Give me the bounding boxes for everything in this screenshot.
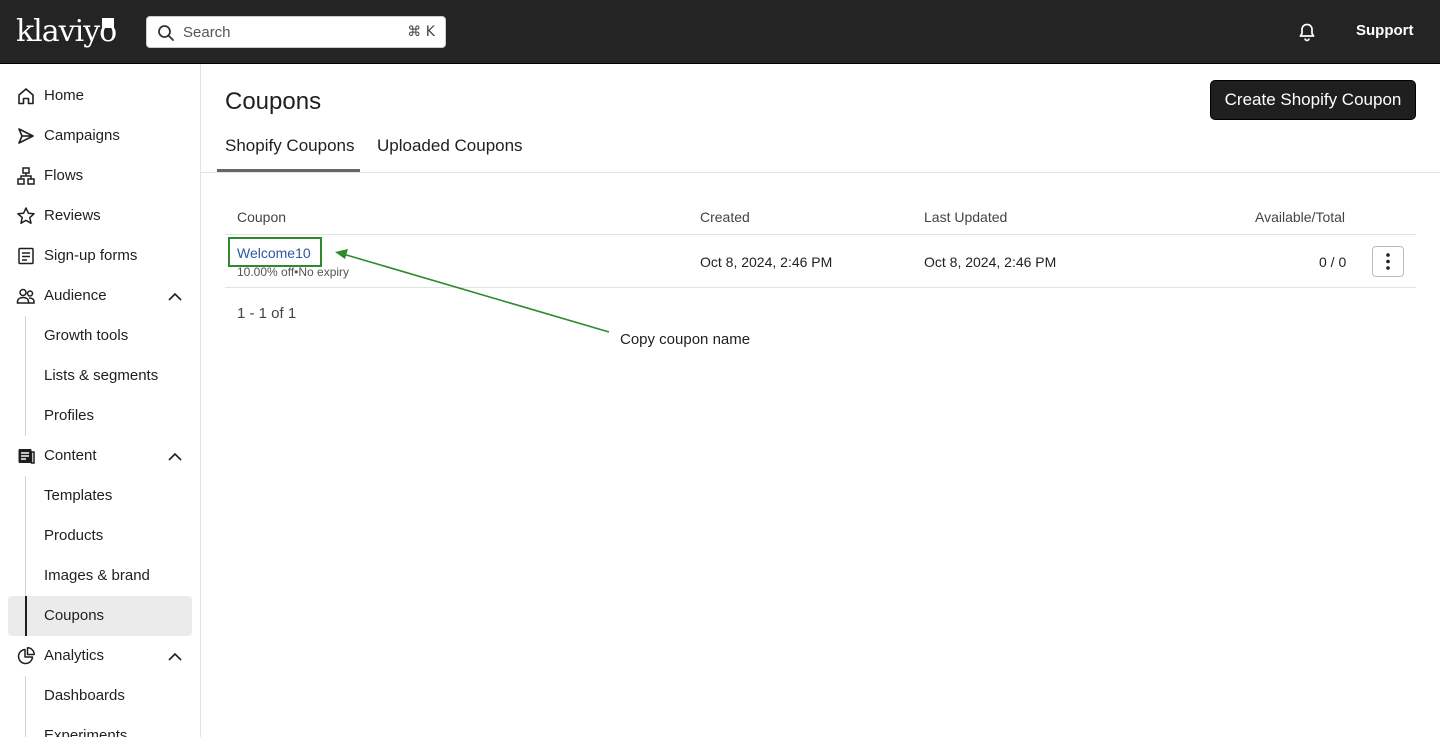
coupon-available-total: 0 / 0 xyxy=(1319,254,1347,270)
sidebar-item-profiles[interactable]: Profiles xyxy=(8,396,192,436)
send-icon xyxy=(18,128,34,144)
sidebar-item-label: Images & brand xyxy=(44,567,150,584)
table-row-divider xyxy=(225,287,1416,288)
sidebar-item-label: Flows xyxy=(44,167,84,184)
sidebar-item-label: Analytics xyxy=(44,647,105,664)
sidebar-item-experiments[interactable]: Experiments xyxy=(8,716,192,737)
chevron-up-icon[interactable] xyxy=(166,448,184,466)
tab-bar: Shopify Coupons Uploaded Coupons xyxy=(201,124,1440,173)
form-icon xyxy=(18,247,34,265)
page-title: Coupons xyxy=(225,88,322,115)
sidebar-item-reviews[interactable]: Reviews xyxy=(8,196,192,236)
chevron-up-icon[interactable] xyxy=(166,288,184,306)
sidebar-item-label: Sign-up forms xyxy=(44,247,138,264)
annotation-label: Copy coupon name xyxy=(620,331,751,348)
more-vertical-icon xyxy=(1386,253,1390,270)
sidebar-item-label: Home xyxy=(44,87,85,104)
flows-icon xyxy=(17,167,35,185)
search-input[interactable] xyxy=(183,17,403,47)
sidebar-item-campaigns[interactable]: Campaigns xyxy=(8,116,192,156)
pagination-summary: 1 - 1 of 1 xyxy=(237,305,297,322)
sidebar-item-analytics[interactable]: Analytics xyxy=(8,636,192,676)
sidebar-item-images-brand[interactable]: Images & brand xyxy=(8,556,192,596)
coupon-created: Oct 8, 2024, 2:46 PM xyxy=(700,254,833,270)
sidebar-item-growth-tools[interactable]: Growth tools xyxy=(8,316,192,356)
search-shortcut: ⌘ K xyxy=(407,24,435,40)
sidebar-item-label: Products xyxy=(44,527,104,544)
active-tab-indicator xyxy=(217,169,360,172)
column-header-coupon[interactable]: Coupon xyxy=(237,209,286,225)
coupon-name-link[interactable]: Welcome10 xyxy=(237,245,311,261)
sidebar-item-label: Reviews xyxy=(44,207,101,224)
sidebar-item-dashboards[interactable]: Dashboards xyxy=(8,676,192,716)
sidebar-item-content[interactable]: Content xyxy=(8,436,192,476)
sidebar: Home Campaigns Flows Reviews Sign-up for… xyxy=(0,64,201,737)
sidebar-item-label: Dashboards xyxy=(44,687,125,704)
logo-flag-icon xyxy=(102,18,114,28)
sidebar-item-home[interactable]: Home xyxy=(8,76,192,116)
tab-uploaded-coupons[interactable]: Uploaded Coupons xyxy=(377,136,523,156)
column-header-available-total[interactable]: Available/Total xyxy=(1255,209,1345,225)
table-header-divider xyxy=(225,234,1416,235)
sidebar-item-flows[interactable]: Flows xyxy=(8,156,192,196)
sidebar-item-templates[interactable]: Templates xyxy=(8,476,192,516)
coupon-details: 10.00% off•No expiry xyxy=(237,265,350,279)
sidebar-item-signup-forms[interactable]: Sign-up forms xyxy=(8,236,192,276)
sidebar-item-label: Content xyxy=(44,447,97,464)
support-link[interactable]: Support xyxy=(1356,22,1414,39)
sidebar-item-label: Profiles xyxy=(44,407,95,424)
sidebar-item-audience[interactable]: Audience xyxy=(8,276,192,316)
sidebar-item-products[interactable]: Products xyxy=(8,516,192,556)
star-icon xyxy=(17,207,35,224)
home-icon xyxy=(18,88,34,105)
sidebar-item-label: Experiments xyxy=(44,727,128,737)
column-header-created[interactable]: Created xyxy=(700,209,750,225)
chevron-up-icon[interactable] xyxy=(166,648,184,666)
analytics-icon xyxy=(17,647,35,665)
notifications-bell-icon[interactable] xyxy=(1297,22,1317,42)
tab-shopify-coupons[interactable]: Shopify Coupons xyxy=(225,136,354,156)
sidebar-item-label: Growth tools xyxy=(44,327,129,344)
sidebar-item-label: Lists & segments xyxy=(44,367,159,384)
search-box[interactable]: ⌘ K xyxy=(146,16,446,48)
coupon-last-updated: Oct 8, 2024, 2:46 PM xyxy=(924,254,1057,270)
sidebar-item-coupons[interactable]: Coupons xyxy=(8,596,192,636)
active-indicator xyxy=(25,596,27,636)
sidebar-item-label: Campaigns xyxy=(44,127,120,144)
sidebar-item-label: Coupons xyxy=(44,607,105,624)
sidebar-item-label: Audience xyxy=(44,287,107,304)
sidebar-item-lists-segments[interactable]: Lists & segments xyxy=(8,356,192,396)
create-shopify-coupon-button[interactable]: Create Shopify Coupon xyxy=(1210,80,1416,120)
column-header-last-updated[interactable]: Last Updated xyxy=(924,209,1007,225)
main-content: Coupons Create Shopify Coupon Shopify Co… xyxy=(201,64,1440,737)
content-icon xyxy=(18,449,35,464)
audience-icon xyxy=(16,288,35,304)
search-icon xyxy=(158,25,174,41)
sidebar-item-label: Templates xyxy=(44,487,113,504)
row-actions-button[interactable] xyxy=(1372,246,1404,277)
top-bar: klaviyo ⌘ K Support xyxy=(0,0,1440,64)
